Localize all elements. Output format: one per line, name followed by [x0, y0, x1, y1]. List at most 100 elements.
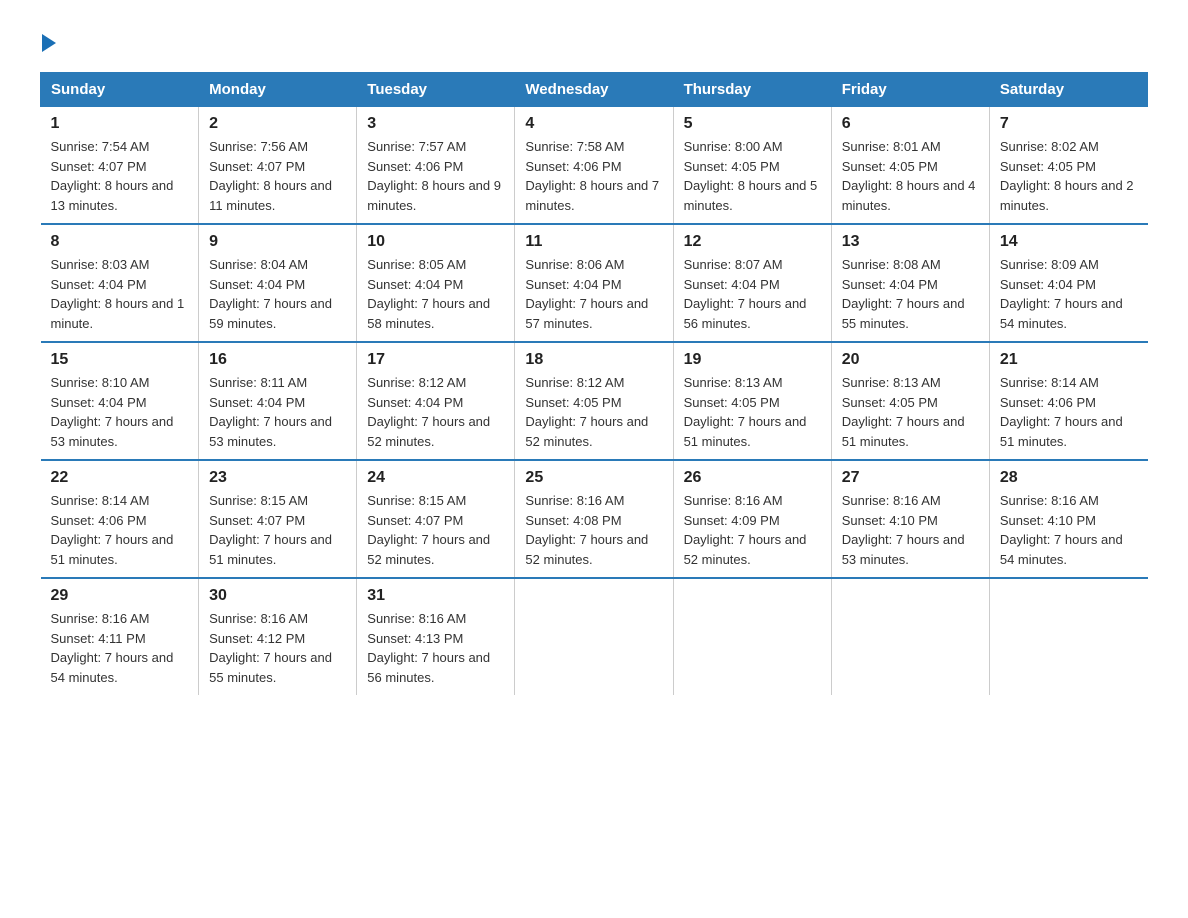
calendar-cell: 15 Sunrise: 8:10 AM Sunset: 4:04 PM Dayl… — [41, 342, 199, 460]
header-monday: Monday — [199, 73, 357, 107]
calendar-cell: 8 Sunrise: 8:03 AM Sunset: 4:04 PM Dayli… — [41, 224, 199, 342]
calendar-cell: 5 Sunrise: 8:00 AM Sunset: 4:05 PM Dayli… — [673, 107, 831, 225]
day-info: Sunrise: 8:03 AM Sunset: 4:04 PM Dayligh… — [51, 255, 189, 333]
calendar-cell: 28 Sunrise: 8:16 AM Sunset: 4:10 PM Dayl… — [989, 460, 1147, 578]
calendar-cell: 13 Sunrise: 8:08 AM Sunset: 4:04 PM Dayl… — [831, 224, 989, 342]
day-number: 10 — [367, 233, 504, 251]
day-number: 16 — [209, 351, 346, 369]
calendar-cell: 29 Sunrise: 8:16 AM Sunset: 4:11 PM Dayl… — [41, 578, 199, 695]
day-number: 19 — [684, 351, 821, 369]
calendar-week-row: 15 Sunrise: 8:10 AM Sunset: 4:04 PM Dayl… — [41, 342, 1148, 460]
calendar-cell — [831, 578, 989, 695]
calendar-cell: 19 Sunrise: 8:13 AM Sunset: 4:05 PM Dayl… — [673, 342, 831, 460]
day-number: 13 — [842, 233, 979, 251]
calendar-cell: 27 Sunrise: 8:16 AM Sunset: 4:10 PM Dayl… — [831, 460, 989, 578]
day-number: 5 — [684, 115, 821, 133]
calendar-cell: 1 Sunrise: 7:54 AM Sunset: 4:07 PM Dayli… — [41, 107, 199, 225]
calendar-cell: 14 Sunrise: 8:09 AM Sunset: 4:04 PM Dayl… — [989, 224, 1147, 342]
day-info: Sunrise: 8:16 AM Sunset: 4:13 PM Dayligh… — [367, 609, 504, 687]
day-info: Sunrise: 8:12 AM Sunset: 4:05 PM Dayligh… — [525, 373, 662, 451]
calendar-cell: 23 Sunrise: 8:15 AM Sunset: 4:07 PM Dayl… — [199, 460, 357, 578]
day-number: 23 — [209, 469, 346, 487]
day-info: Sunrise: 8:15 AM Sunset: 4:07 PM Dayligh… — [209, 491, 346, 569]
day-info: Sunrise: 8:13 AM Sunset: 4:05 PM Dayligh… — [684, 373, 821, 451]
day-number: 17 — [367, 351, 504, 369]
day-number: 11 — [525, 233, 662, 251]
day-number: 1 — [51, 115, 189, 133]
day-info: Sunrise: 8:07 AM Sunset: 4:04 PM Dayligh… — [684, 255, 821, 333]
page-header — [40, 30, 1148, 52]
calendar-cell: 24 Sunrise: 8:15 AM Sunset: 4:07 PM Dayl… — [357, 460, 515, 578]
day-info: Sunrise: 7:58 AM Sunset: 4:06 PM Dayligh… — [525, 137, 662, 215]
header-sunday: Sunday — [41, 73, 199, 107]
day-info: Sunrise: 7:56 AM Sunset: 4:07 PM Dayligh… — [209, 137, 346, 215]
day-info: Sunrise: 8:09 AM Sunset: 4:04 PM Dayligh… — [1000, 255, 1138, 333]
day-info: Sunrise: 8:01 AM Sunset: 4:05 PM Dayligh… — [842, 137, 979, 215]
calendar-cell: 30 Sunrise: 8:16 AM Sunset: 4:12 PM Dayl… — [199, 578, 357, 695]
day-number: 14 — [1000, 233, 1138, 251]
calendar-cell: 31 Sunrise: 8:16 AM Sunset: 4:13 PM Dayl… — [357, 578, 515, 695]
calendar-cell: 3 Sunrise: 7:57 AM Sunset: 4:06 PM Dayli… — [357, 107, 515, 225]
calendar-cell: 26 Sunrise: 8:16 AM Sunset: 4:09 PM Dayl… — [673, 460, 831, 578]
calendar-week-row: 8 Sunrise: 8:03 AM Sunset: 4:04 PM Dayli… — [41, 224, 1148, 342]
calendar-cell: 25 Sunrise: 8:16 AM Sunset: 4:08 PM Dayl… — [515, 460, 673, 578]
day-info: Sunrise: 8:14 AM Sunset: 4:06 PM Dayligh… — [51, 491, 189, 569]
day-number: 4 — [525, 115, 662, 133]
day-number: 20 — [842, 351, 979, 369]
day-info: Sunrise: 8:14 AM Sunset: 4:06 PM Dayligh… — [1000, 373, 1138, 451]
calendar-cell: 4 Sunrise: 7:58 AM Sunset: 4:06 PM Dayli… — [515, 107, 673, 225]
calendar-header-row: SundayMondayTuesdayWednesdayThursdayFrid… — [41, 73, 1148, 107]
day-number: 8 — [51, 233, 189, 251]
calendar-cell: 17 Sunrise: 8:12 AM Sunset: 4:04 PM Dayl… — [357, 342, 515, 460]
calendar-cell — [989, 578, 1147, 695]
day-number: 7 — [1000, 115, 1138, 133]
day-number: 25 — [525, 469, 662, 487]
calendar-week-row: 1 Sunrise: 7:54 AM Sunset: 4:07 PM Dayli… — [41, 107, 1148, 225]
logo — [40, 30, 56, 52]
day-info: Sunrise: 8:16 AM Sunset: 4:08 PM Dayligh… — [525, 491, 662, 569]
calendar-cell — [515, 578, 673, 695]
day-info: Sunrise: 8:16 AM Sunset: 4:10 PM Dayligh… — [1000, 491, 1138, 569]
day-number: 2 — [209, 115, 346, 133]
header-friday: Friday — [831, 73, 989, 107]
day-number: 24 — [367, 469, 504, 487]
day-info: Sunrise: 8:10 AM Sunset: 4:04 PM Dayligh… — [51, 373, 189, 451]
day-number: 28 — [1000, 469, 1138, 487]
day-number: 18 — [525, 351, 662, 369]
day-number: 6 — [842, 115, 979, 133]
day-info: Sunrise: 8:16 AM Sunset: 4:10 PM Dayligh… — [842, 491, 979, 569]
header-wednesday: Wednesday — [515, 73, 673, 107]
calendar-cell: 16 Sunrise: 8:11 AM Sunset: 4:04 PM Dayl… — [199, 342, 357, 460]
day-number: 29 — [51, 587, 189, 605]
day-info: Sunrise: 8:04 AM Sunset: 4:04 PM Dayligh… — [209, 255, 346, 333]
day-number: 9 — [209, 233, 346, 251]
day-info: Sunrise: 8:06 AM Sunset: 4:04 PM Dayligh… — [525, 255, 662, 333]
day-number: 22 — [51, 469, 189, 487]
calendar-cell: 2 Sunrise: 7:56 AM Sunset: 4:07 PM Dayli… — [199, 107, 357, 225]
day-number: 30 — [209, 587, 346, 605]
day-number: 26 — [684, 469, 821, 487]
logo-arrow-icon — [42, 34, 56, 52]
calendar-cell — [673, 578, 831, 695]
calendar-cell: 12 Sunrise: 8:07 AM Sunset: 4:04 PM Dayl… — [673, 224, 831, 342]
day-info: Sunrise: 8:16 AM Sunset: 4:09 PM Dayligh… — [684, 491, 821, 569]
day-info: Sunrise: 8:08 AM Sunset: 4:04 PM Dayligh… — [842, 255, 979, 333]
calendar-week-row: 22 Sunrise: 8:14 AM Sunset: 4:06 PM Dayl… — [41, 460, 1148, 578]
calendar-cell: 7 Sunrise: 8:02 AM Sunset: 4:05 PM Dayli… — [989, 107, 1147, 225]
day-info: Sunrise: 8:05 AM Sunset: 4:04 PM Dayligh… — [367, 255, 504, 333]
day-info: Sunrise: 8:16 AM Sunset: 4:12 PM Dayligh… — [209, 609, 346, 687]
header-tuesday: Tuesday — [357, 73, 515, 107]
day-number: 15 — [51, 351, 189, 369]
day-info: Sunrise: 7:57 AM Sunset: 4:06 PM Dayligh… — [367, 137, 504, 215]
calendar-cell: 21 Sunrise: 8:14 AM Sunset: 4:06 PM Dayl… — [989, 342, 1147, 460]
day-info: Sunrise: 8:02 AM Sunset: 4:05 PM Dayligh… — [1000, 137, 1138, 215]
day-info: Sunrise: 8:12 AM Sunset: 4:04 PM Dayligh… — [367, 373, 504, 451]
calendar-cell: 10 Sunrise: 8:05 AM Sunset: 4:04 PM Dayl… — [357, 224, 515, 342]
day-number: 27 — [842, 469, 979, 487]
header-saturday: Saturday — [989, 73, 1147, 107]
day-info: Sunrise: 8:16 AM Sunset: 4:11 PM Dayligh… — [51, 609, 189, 687]
day-number: 3 — [367, 115, 504, 133]
header-thursday: Thursday — [673, 73, 831, 107]
day-info: Sunrise: 8:11 AM Sunset: 4:04 PM Dayligh… — [209, 373, 346, 451]
day-number: 21 — [1000, 351, 1138, 369]
